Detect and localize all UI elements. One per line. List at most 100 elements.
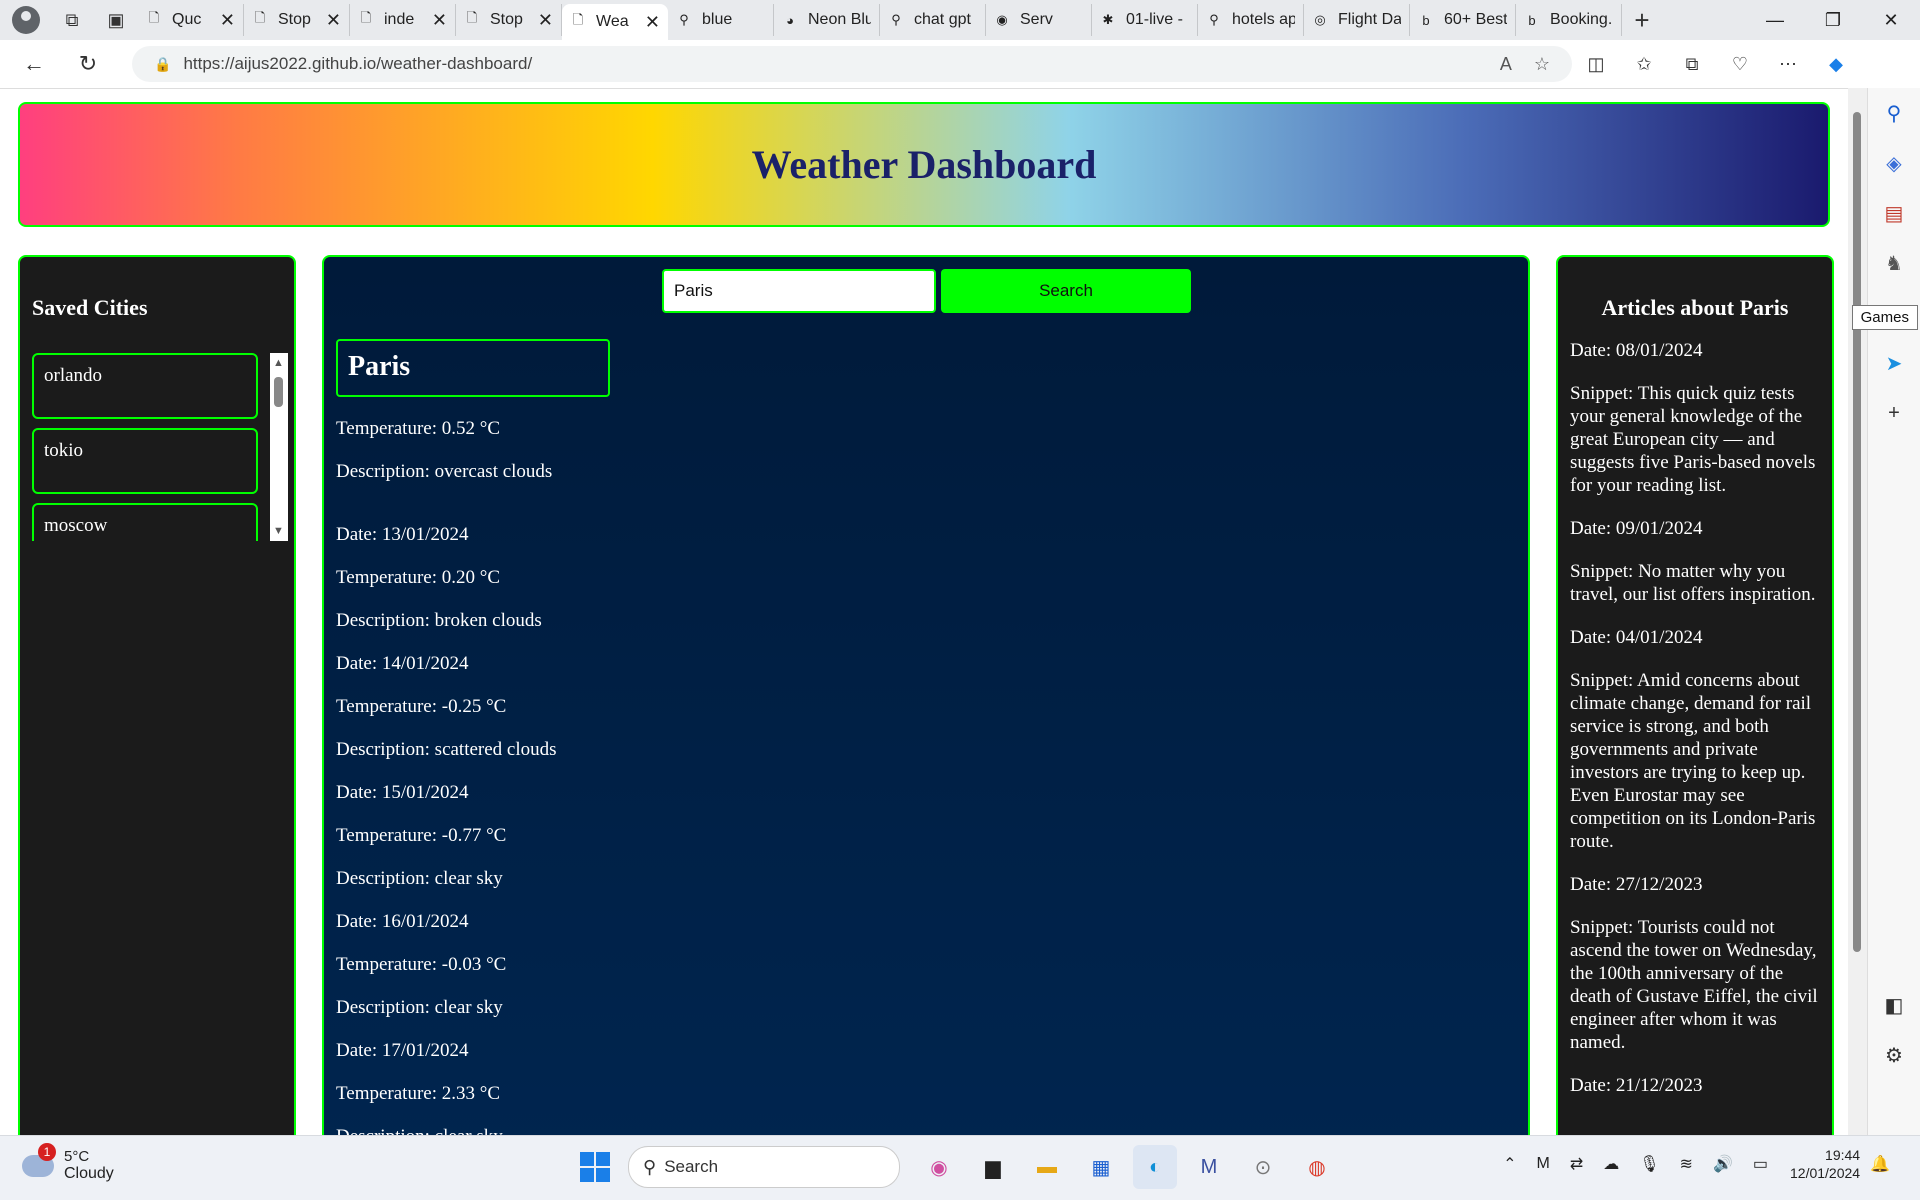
clock[interactable]: 19:44 12/01/2024 — [1790, 1146, 1860, 1182]
close-icon[interactable]: ✕ — [645, 12, 660, 33]
close-icon[interactable]: ✕ — [220, 10, 235, 31]
city-search-input[interactable] — [662, 269, 936, 313]
weather-widget-desc: Cloudy — [64, 1165, 114, 1182]
tab-strip: 🗋 Quc ✕ 🗋 Stop ✕ 🗋 inde ✕ 🗋 Stop ✕ 🗋 Wea ✕ ⚲ blue ◕ Neon B… — [138, 0, 1622, 40]
address-bar[interactable]: 🔒 https://aijus2022.github.io/weather-da… — [132, 46, 1572, 82]
workspaces-icon[interactable]: ⧉ — [50, 0, 94, 40]
booking-icon: b — [1528, 12, 1536, 28]
cloud-icon: 1 — [22, 1142, 56, 1177]
notification-bell-icon[interactable]: 🔔 — [1870, 1154, 1890, 1174]
scrollbar-thumb[interactable] — [274, 377, 283, 407]
page-scrollbar[interactable] — [1848, 88, 1868, 1135]
taskbar-search[interactable]: ⚲ Search — [628, 1146, 900, 1188]
mail-app-icon[interactable]: M — [1187, 1145, 1231, 1189]
browser-tab[interactable]: ⚲ hotels ap — [1198, 4, 1304, 36]
restore-button[interactable]: ❐ — [1804, 0, 1862, 40]
forecast-temperature: Temperature: -0.77 °C — [336, 825, 507, 846]
browser-tab[interactable]: 🗋 Wea ✕ — [562, 4, 668, 40]
forecast-date: Date: 15/01/2024 — [336, 782, 469, 803]
task-view-icon[interactable]: ▆ — [971, 1145, 1015, 1189]
volume-icon[interactable]: 🔊 — [1713, 1154, 1733, 1174]
browser-tab[interactable]: ✱ 01-live - — [1092, 4, 1198, 36]
cloud-sync-icon[interactable]: ☁ — [1603, 1154, 1619, 1174]
browser-tab[interactable]: b 60+ Best — [1410, 4, 1516, 36]
search-icon[interactable]: ⚲ — [1868, 88, 1920, 138]
shopping-tag-icon[interactable]: ◈ — [1868, 138, 1920, 188]
extension-app-icon[interactable]: ⊙ — [1241, 1145, 1285, 1189]
tab-title: hotels ap — [1232, 11, 1295, 28]
app-tray-icon[interactable]: M — [1537, 1155, 1550, 1173]
switch-icon[interactable]: ⇄ — [1570, 1154, 1583, 1174]
weather-widget[interactable]: 1 5°C Cloudy — [22, 1142, 114, 1183]
chrome-icon[interactable]: ◍ — [1295, 1145, 1339, 1189]
article-date: Date: 09/01/2024 — [1570, 518, 1703, 539]
file-explorer-icon[interactable]: ▬ — [1025, 1145, 1069, 1189]
close-icon[interactable]: ✕ — [326, 10, 341, 31]
tab-title: Flight Da — [1338, 11, 1401, 28]
forecast-description: Description: clear sky — [336, 1115, 557, 1135]
search-button[interactable]: Search — [941, 269, 1191, 313]
split-screen-icon[interactable]: ◫ — [1572, 44, 1620, 84]
tab-title: Stop — [490, 11, 523, 28]
copilot-icon[interactable]: ◆ — [1812, 44, 1860, 84]
browser-tab[interactable]: ◉ Serv — [986, 4, 1092, 36]
forecast-temperature: Temperature: 2.33 °C — [336, 1083, 501, 1104]
games-icon[interactable]: ♞ — [1868, 238, 1920, 288]
tab-actions-icon[interactable]: ▣ — [94, 0, 138, 40]
browser-tab[interactable]: ◎ Flight Da — [1304, 4, 1410, 36]
settings-icon[interactable]: ⚙ — [1868, 1030, 1920, 1080]
sidebar-toggle-icon[interactable]: ◧ — [1868, 980, 1920, 1030]
close-window-button[interactable]: ✕ — [1862, 0, 1920, 40]
document-icon: 🗋 — [572, 12, 584, 27]
browser-tab[interactable]: b Booking. — [1516, 4, 1622, 36]
browser-tab[interactable]: ⚲ chat gpt — [880, 4, 986, 36]
send-icon[interactable]: ➤ — [1868, 338, 1920, 388]
web-page: Weather Dashboard Saved Cities orlando to… — [0, 89, 1848, 1135]
battery-icon[interactable]: ▭ — [1753, 1154, 1768, 1174]
favorite-star-icon[interactable]: ☆ — [1534, 54, 1550, 75]
minimize-button[interactable]: — — [1746, 0, 1804, 40]
articles-title: Articles about Paris — [1601, 295, 1789, 320]
browser-tab[interactable]: 🗋 Stop ✕ — [456, 4, 562, 36]
saved-city-item[interactable]: tokio — [32, 428, 258, 494]
browser-tab[interactable]: 🗋 Stop ✕ — [244, 4, 350, 36]
microphone-icon[interactable]: 🎙 — [1639, 1154, 1659, 1174]
windows-start-icon[interactable] — [580, 1152, 610, 1182]
refresh-icon[interactable]: ↻ — [68, 44, 108, 84]
document-icon: 🗋 — [360, 10, 372, 25]
close-icon[interactable]: ✕ — [432, 10, 447, 31]
globe-icon: ◎ — [1314, 12, 1326, 27]
browser-tab[interactable]: ⚲ blue — [668, 4, 774, 36]
browser-tab[interactable]: ◕ Neon Blu — [774, 4, 880, 36]
scroll-up-icon[interactable]: ▲ — [273, 357, 284, 369]
saved-city-item[interactable]: orlando — [32, 353, 258, 419]
read-aloud-icon[interactable]: A — [1500, 54, 1512, 75]
add-icon[interactable]: + — [1868, 388, 1920, 438]
more-menu-icon[interactable]: ⋯ — [1764, 44, 1812, 84]
page-scrollbar-thumb[interactable] — [1853, 112, 1861, 952]
tab-title: Quc — [172, 11, 202, 28]
chevron-up-icon[interactable]: ⌃ — [1503, 1154, 1516, 1174]
copilot-app-icon[interactable]: ◉ — [917, 1145, 961, 1189]
city-list-scrollbar[interactable]: ▲ ▼ — [270, 353, 288, 541]
browser-tab[interactable]: 🗋 Quc ✕ — [138, 4, 244, 36]
browser-essentials-icon[interactable]: ♡ — [1716, 44, 1764, 84]
browser-tab[interactable]: 🗋 inde ✕ — [350, 4, 456, 36]
store-icon[interactable]: ▦ — [1079, 1145, 1123, 1189]
saved-city-item[interactable]: moscow — [32, 503, 258, 541]
booking-icon: b — [1422, 12, 1430, 28]
scroll-down-icon[interactable]: ▼ — [273, 525, 284, 537]
lock-icon[interactable]: 🔒 — [154, 56, 171, 73]
wifi-icon[interactable]: ≋ — [1680, 1154, 1693, 1174]
favorites-icon[interactable]: ✩ — [1620, 44, 1668, 84]
edge-browser-icon[interactable]: ◐ — [1133, 1145, 1177, 1189]
profile-icon[interactable] — [12, 6, 40, 34]
new-tab-button[interactable]: + — [1622, 5, 1662, 36]
tools-icon[interactable]: ▤ — [1868, 188, 1920, 238]
url-text[interactable]: https://aijus2022.github.io/weather-dash… — [183, 54, 1499, 74]
article-snippet: Snippet: Tourists could not ascend the t… — [1570, 917, 1818, 1053]
close-icon[interactable]: ✕ — [538, 10, 553, 31]
collections-icon[interactable]: ⧉ — [1668, 44, 1716, 84]
forecast-date: Date: 16/01/2024 — [336, 911, 469, 932]
back-icon[interactable]: ← — [14, 44, 54, 84]
